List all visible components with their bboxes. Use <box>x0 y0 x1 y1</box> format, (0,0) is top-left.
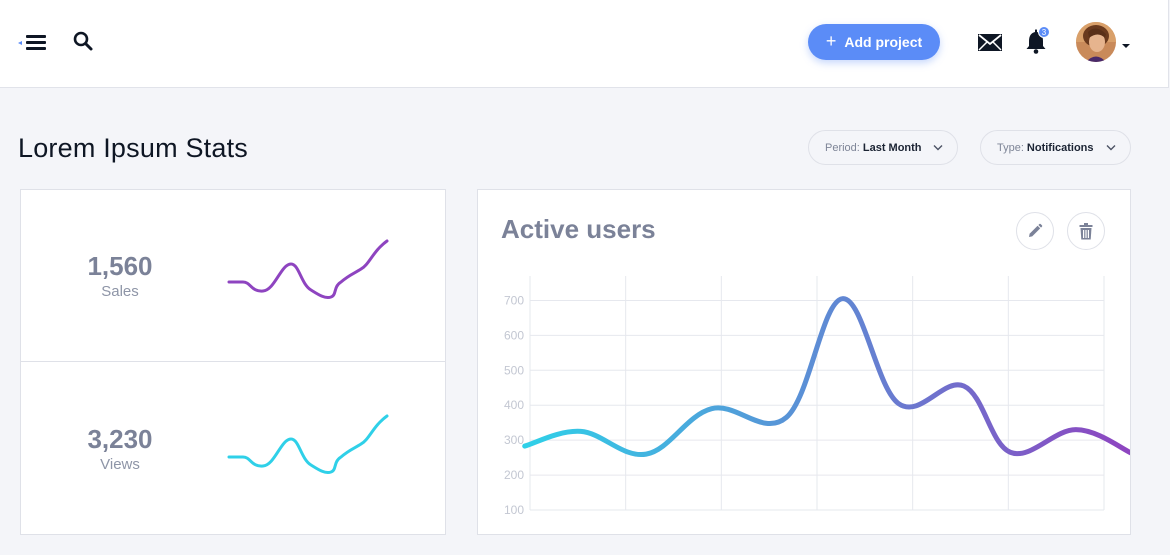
type-filter-dropdown[interactable]: Type: Notifications <box>980 130 1131 165</box>
user-avatar[interactable] <box>1076 22 1116 62</box>
notifications-button[interactable]: 3 <box>1022 26 1052 56</box>
mail-icon[interactable] <box>976 30 1004 54</box>
y-tick-label: 600 <box>504 328 524 342</box>
delete-button[interactable] <box>1067 212 1105 250</box>
y-tick-label: 300 <box>504 433 524 447</box>
chart-grid <box>529 276 1105 511</box>
views-stat: 3,230 Views <box>21 362 445 534</box>
active-users-line <box>522 296 1130 457</box>
chevron-down-icon <box>933 145 943 151</box>
sales-stat: 1,560 Sales <box>21 190 445 362</box>
y-tick-label: 700 <box>504 293 524 307</box>
add-project-label: Add project <box>844 34 923 50</box>
y-tick-label: 200 <box>504 468 524 482</box>
edit-button[interactable] <box>1016 212 1054 250</box>
views-value: 3,230 <box>87 424 153 454</box>
period-filter-label: Period: <box>825 141 860 154</box>
pencil-icon <box>1029 223 1043 237</box>
y-tick-label: 100 <box>504 503 524 517</box>
chevron-down-icon <box>1106 145 1116 151</box>
stats-card: 1,560 Sales 3,230 Views <box>20 189 446 535</box>
notification-count-badge: 3 <box>1038 26 1050 38</box>
sales-label: Sales <box>101 283 139 300</box>
page-title: Lorem Ipsum Stats <box>18 133 248 163</box>
views-sparkline <box>227 414 389 474</box>
views-label: Views <box>100 456 140 473</box>
search-icon[interactable] <box>72 30 94 52</box>
y-axis-ticks: 100 200 300 400 500 600 700 <box>504 293 524 517</box>
sales-sparkline <box>227 239 389 299</box>
active-users-title: Active users <box>501 214 656 244</box>
sales-value: 1,560 <box>87 251 153 281</box>
add-project-button[interactable]: + Add project <box>808 24 940 60</box>
top-bar: + Add project 3 <box>0 0 1169 88</box>
period-filter-dropdown[interactable]: Period: Last Month <box>808 130 958 165</box>
account-menu-caret-icon[interactable] <box>1121 37 1131 48</box>
active-users-card: 100 200 300 400 500 600 700 Active users <box>477 189 1131 535</box>
plus-icon: + <box>825 31 837 51</box>
hamburger-menu-icon[interactable] <box>16 30 50 54</box>
y-tick-label: 500 <box>504 363 524 377</box>
trash-icon <box>1079 222 1093 239</box>
type-filter-value: Notifications <box>1026 141 1094 154</box>
y-tick-label: 400 <box>504 398 524 412</box>
type-filter-label: Type: <box>997 141 1024 154</box>
period-filter-value: Last Month <box>862 141 922 154</box>
